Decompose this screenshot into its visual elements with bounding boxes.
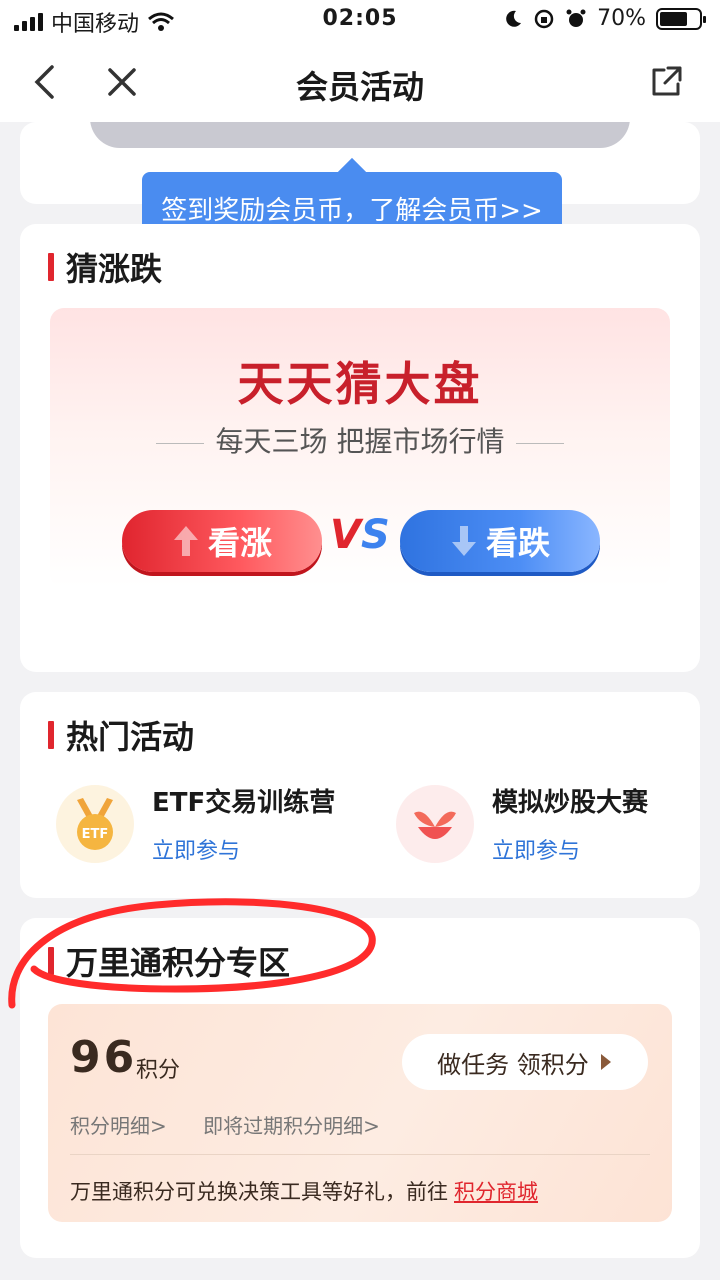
points-panel: 96 积分 做任务 领积分 积分明细> 即将过期积分明细> 万里通积分可兑换决策… — [48, 1004, 672, 1222]
status-bar: 中国移动 02:05 70% — [0, 0, 720, 40]
points-detail-link[interactable]: 积分明细> — [70, 1114, 167, 1138]
chevron-right-icon — [600, 1054, 611, 1070]
points-mall-link[interactable]: 积分商城 — [454, 1180, 538, 1204]
activity-stock-contest[interactable]: 模拟炒股大赛 立即参与 — [396, 782, 648, 865]
guess-subtitle: 每天三场 把握市场行情 — [50, 420, 670, 460]
guess-title: 天天猜大盘 — [237, 357, 483, 411]
section-title-hot: 热门活动 — [48, 712, 194, 758]
share-icon[interactable] — [644, 60, 688, 104]
sprout-icon — [396, 784, 474, 863]
activity-name: ETF交易训练营 — [152, 788, 336, 818]
section-title-guess: 猜涨跌 — [48, 244, 162, 290]
guess-down-button[interactable]: 看跌 — [400, 510, 600, 572]
svg-text:ETF: ETF — [82, 827, 109, 842]
activity-name: 模拟炒股大赛 — [492, 788, 649, 818]
expiring-points-link[interactable]: 即将过期积分明细> — [203, 1114, 380, 1138]
guess-up-button[interactable]: 看涨 — [122, 510, 322, 572]
rotation-lock-icon — [534, 9, 554, 28]
points-note: 万里通积分可兑换决策工具等好礼，前往 积分商城 — [70, 1180, 538, 1204]
guess-panel[interactable]: 天天猜大盘 每天三场 把握市场行情 看涨 VS 看跌 — [50, 308, 670, 588]
alarm-icon — [566, 9, 586, 27]
nav-bar: 会员活动 — [0, 40, 720, 122]
medal-icon: ETF — [56, 784, 134, 863]
join-link[interactable]: 立即参与 — [152, 833, 335, 865]
divider — [70, 1154, 650, 1155]
battery-icon — [656, 7, 706, 30]
points-unit: 积分 — [136, 1058, 181, 1083]
guess-card: 猜涨跌 天天猜大盘 每天三场 把握市场行情 看涨 VS 看跌 — [20, 224, 700, 672]
arrow-down-icon — [451, 526, 476, 556]
hot-activities-card: 热门活动 ETF ETF交易训练营 立即参与 模拟炒股大赛 立即参与 — [20, 692, 700, 898]
moon-icon — [506, 10, 522, 27]
battery-percent: 70% — [597, 6, 646, 31]
red-annotation-circle — [8, 898, 376, 1009]
vs-badge: VS — [330, 512, 390, 558]
do-tasks-button[interactable]: 做任务 领积分 — [402, 1034, 648, 1090]
arrow-up-icon — [173, 526, 198, 556]
points-value: 96 — [70, 1032, 138, 1083]
page-title: 会员活动 — [295, 68, 424, 106]
points-links: 积分明细> 即将过期积分明细> — [70, 1110, 380, 1139]
join-link[interactable]: 立即参与 — [492, 833, 648, 865]
activity-etf[interactable]: ETF ETF交易训练营 立即参与 — [56, 782, 335, 865]
sign-in-button[interactable] — [90, 122, 630, 148]
